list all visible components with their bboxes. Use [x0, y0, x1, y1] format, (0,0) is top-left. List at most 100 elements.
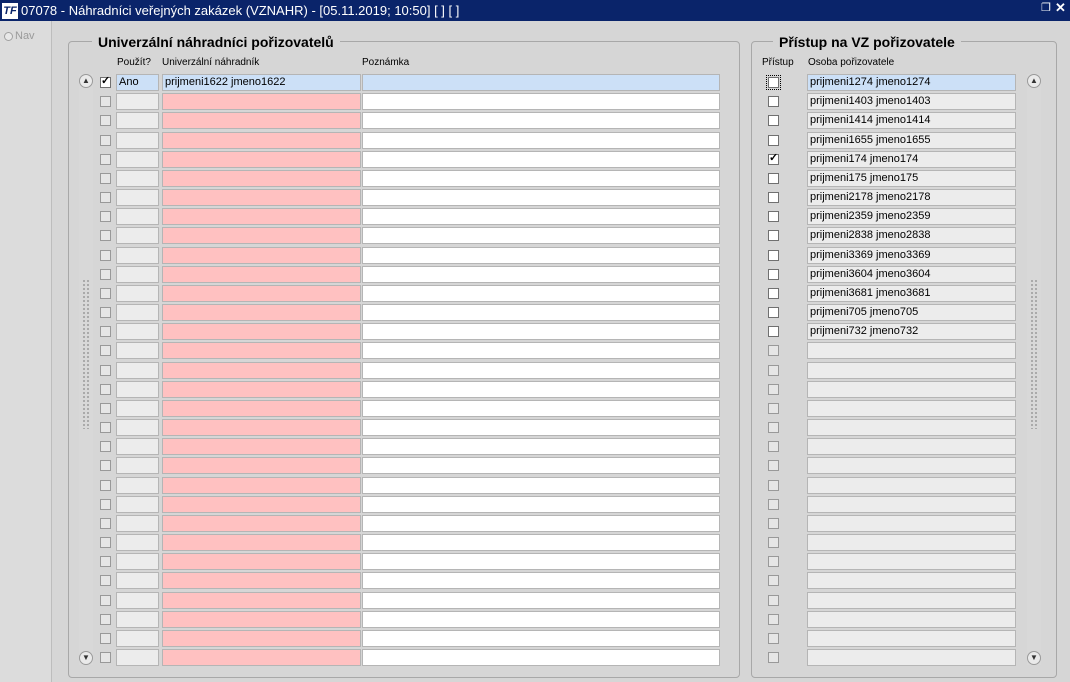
use-field[interactable]: [116, 132, 159, 149]
use-checkbox[interactable]: [100, 614, 111, 625]
access-checkbox[interactable]: [768, 115, 779, 126]
substitute-field[interactable]: [162, 227, 361, 244]
access-checkbox[interactable]: [768, 135, 779, 146]
use-checkbox[interactable]: [100, 173, 111, 184]
person-field[interactable]: prijmeni1274 jmeno1274: [807, 74, 1016, 91]
use-field[interactable]: [116, 611, 159, 628]
use-field[interactable]: [116, 438, 159, 455]
access-checkbox[interactable]: [768, 192, 779, 203]
access-checkbox[interactable]: [768, 595, 779, 606]
note-field[interactable]: [362, 151, 720, 168]
note-field[interactable]: [362, 438, 720, 455]
nav-button[interactable]: Nav: [4, 30, 35, 42]
access-checkbox[interactable]: [768, 173, 779, 184]
note-field[interactable]: [362, 247, 720, 264]
note-field[interactable]: [362, 649, 720, 666]
person-field[interactable]: prijmeni1403 jmeno1403: [807, 93, 1016, 110]
use-checkbox[interactable]: [100, 633, 111, 644]
substitute-field[interactable]: [162, 323, 361, 340]
person-field[interactable]: [807, 438, 1016, 455]
access-checkbox[interactable]: [768, 518, 779, 529]
substitute-field[interactable]: [162, 304, 361, 321]
scroll-up-icon[interactable]: ▲: [79, 74, 93, 88]
access-checkbox[interactable]: [766, 75, 781, 90]
use-checkbox[interactable]: [100, 518, 111, 529]
use-checkbox[interactable]: [100, 307, 111, 318]
note-field[interactable]: [362, 112, 720, 129]
use-field[interactable]: [116, 381, 159, 398]
substitute-field[interactable]: [162, 381, 361, 398]
note-field[interactable]: [362, 304, 720, 321]
substitute-field[interactable]: [162, 247, 361, 264]
use-field[interactable]: [116, 572, 159, 589]
access-checkbox[interactable]: ✓: [768, 152, 779, 165]
use-field[interactable]: [116, 151, 159, 168]
substitute-field[interactable]: [162, 189, 361, 206]
left-scrollbar[interactable]: ▲ ▼: [79, 74, 93, 665]
note-field[interactable]: [362, 630, 720, 647]
person-field[interactable]: [807, 457, 1016, 474]
scroll-grip[interactable]: [1030, 279, 1038, 429]
substitute-field[interactable]: [162, 342, 361, 359]
note-field[interactable]: [362, 611, 720, 628]
substitute-field[interactable]: [162, 477, 361, 494]
person-field[interactable]: prijmeni732 jmeno732: [807, 323, 1016, 340]
use-field[interactable]: [116, 553, 159, 570]
note-field[interactable]: [362, 266, 720, 283]
substitute-field[interactable]: [162, 553, 361, 570]
access-checkbox[interactable]: [768, 269, 779, 280]
person-field[interactable]: [807, 572, 1016, 589]
access-checkbox[interactable]: [768, 575, 779, 586]
note-field[interactable]: [362, 572, 720, 589]
person-field[interactable]: [807, 534, 1016, 551]
use-field[interactable]: [116, 362, 159, 379]
use-checkbox[interactable]: [100, 230, 111, 241]
note-field[interactable]: [362, 496, 720, 513]
note-field[interactable]: [362, 457, 720, 474]
access-checkbox[interactable]: [768, 230, 779, 241]
use-checkbox[interactable]: [100, 345, 111, 356]
use-checkbox[interactable]: [100, 537, 111, 548]
person-field[interactable]: [807, 592, 1016, 609]
access-checkbox[interactable]: [768, 556, 779, 567]
use-checkbox[interactable]: [100, 403, 111, 414]
use-checkbox[interactable]: [100, 269, 111, 280]
substitute-field[interactable]: [162, 93, 361, 110]
person-field[interactable]: prijmeni2178 jmeno2178: [807, 189, 1016, 206]
access-checkbox[interactable]: [768, 365, 779, 376]
note-field[interactable]: [362, 515, 720, 532]
close-window-icon[interactable]: ✕: [1055, 1, 1067, 15]
use-field[interactable]: [116, 170, 159, 187]
use-field[interactable]: [116, 112, 159, 129]
use-checkbox[interactable]: [100, 575, 111, 586]
use-checkbox[interactable]: [100, 115, 111, 126]
substitute-field[interactable]: [162, 208, 361, 225]
use-checkbox[interactable]: [100, 365, 111, 376]
use-field[interactable]: [116, 208, 159, 225]
note-field[interactable]: [362, 208, 720, 225]
use-checkbox[interactable]: [100, 211, 111, 222]
note-field[interactable]: [362, 74, 720, 91]
access-checkbox[interactable]: [768, 288, 779, 299]
substitute-field[interactable]: [162, 419, 361, 436]
substitute-field[interactable]: prijmeni1622 jmeno1622: [162, 74, 361, 91]
use-field[interactable]: [116, 285, 159, 302]
scroll-down-icon[interactable]: ▼: [79, 651, 93, 665]
access-checkbox[interactable]: [768, 499, 779, 510]
person-field[interactable]: [807, 649, 1016, 666]
person-field[interactable]: [807, 496, 1016, 513]
substitute-field[interactable]: [162, 534, 361, 551]
person-field[interactable]: prijmeni1414 jmeno1414: [807, 112, 1016, 129]
person-field[interactable]: prijmeni705 jmeno705: [807, 304, 1016, 321]
access-checkbox[interactable]: [768, 96, 779, 107]
scroll-up-icon[interactable]: ▲: [1027, 74, 1041, 88]
person-field[interactable]: prijmeni2838 jmeno2838: [807, 227, 1016, 244]
use-field[interactable]: [116, 630, 159, 647]
substitute-field[interactable]: [162, 112, 361, 129]
access-checkbox[interactable]: [768, 537, 779, 548]
use-field[interactable]: [116, 477, 159, 494]
substitute-field[interactable]: [162, 630, 361, 647]
access-checkbox[interactable]: [768, 614, 779, 625]
note-field[interactable]: [362, 362, 720, 379]
use-field[interactable]: [116, 496, 159, 513]
